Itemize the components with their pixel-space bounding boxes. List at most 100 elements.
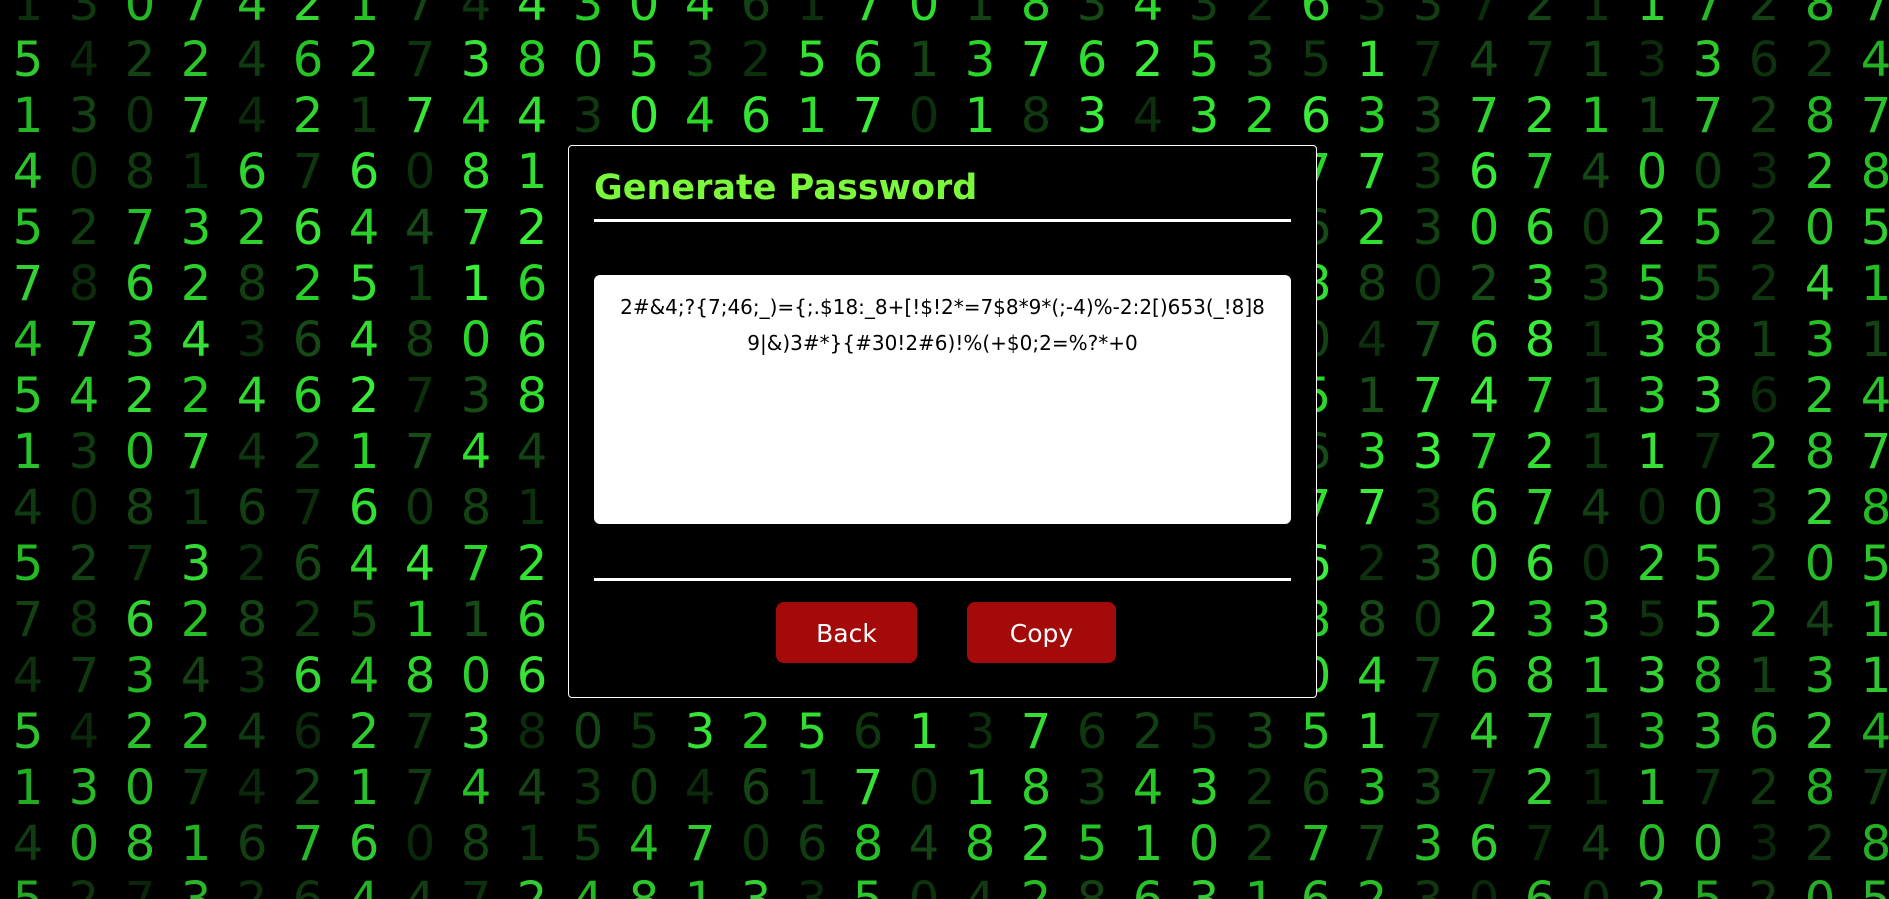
matrix-row: 1307421744304617018343263372117287 [0, 0, 1889, 32]
matrix-digit: 7 [1860, 760, 1889, 816]
matrix-digit: 6 [236, 144, 268, 200]
matrix-digit: 3 [124, 312, 156, 368]
copy-button[interactable]: Copy [967, 602, 1116, 663]
matrix-digit: 1 [460, 256, 492, 312]
matrix-digit: 2 [1804, 816, 1836, 872]
matrix-digit: 3 [1748, 144, 1780, 200]
matrix-digit: 6 [796, 816, 828, 872]
matrix-digit: 3 [1188, 88, 1220, 144]
matrix-digit: 0 [1580, 536, 1612, 592]
matrix-digit: 3 [180, 200, 212, 256]
matrix-digit: 1 [1636, 760, 1668, 816]
matrix-digit: 2 [504, 872, 560, 899]
matrix-digit: 8 [1804, 760, 1836, 816]
matrix-digit: 8 [1860, 816, 1889, 872]
matrix-digit: 7 [1356, 816, 1388, 872]
matrix-digit: 8 [1524, 312, 1556, 368]
matrix-digit: 3 [684, 704, 716, 760]
matrix-digit: 3 [1412, 200, 1444, 256]
matrix-digit: 1 [1580, 648, 1612, 704]
matrix-digit: 7 [292, 816, 324, 872]
matrix-digit: 0 [68, 480, 100, 536]
matrix-digit: 5 [1692, 536, 1724, 592]
matrix-digit: 8 [1804, 0, 1836, 32]
matrix-digit: 2 [1624, 872, 1680, 899]
matrix-row: 1307421744304617018343263372117287 [0, 88, 1889, 144]
matrix-digit: 5 [1188, 32, 1220, 88]
matrix-digit: 5 [1076, 816, 1108, 872]
matrix-digit: 2 [1344, 872, 1400, 899]
matrix-digit: 6 [1300, 760, 1332, 816]
matrix-digit: 2 [1468, 592, 1500, 648]
matrix-digit: 0 [572, 32, 604, 88]
matrix-digit: 8 [460, 144, 492, 200]
matrix-digit: 4 [1356, 312, 1388, 368]
matrix-digit: 2 [1736, 872, 1792, 899]
matrix-digit: 3 [1804, 312, 1836, 368]
matrix-digit: 1 [348, 424, 380, 480]
matrix-digit: 4 [460, 424, 492, 480]
matrix-digit: 1 [796, 88, 828, 144]
matrix-digit: 4 [236, 424, 268, 480]
matrix-digit: 1 [348, 0, 380, 32]
matrix-digit: 8 [124, 480, 156, 536]
matrix-digit: 3 [1804, 648, 1836, 704]
matrix-digit: 7 [684, 816, 716, 872]
matrix-digit: 4 [180, 312, 212, 368]
matrix-digit: 7 [180, 0, 212, 32]
matrix-digit: 1 [1356, 32, 1388, 88]
matrix-digit: 6 [516, 312, 548, 368]
matrix-digit: 8 [1020, 0, 1052, 32]
matrix-digit: 1 [1748, 312, 1780, 368]
matrix-digit: 6 [740, 760, 772, 816]
matrix-digit: 1 [908, 32, 940, 88]
matrix-digit: 8 [68, 256, 100, 312]
matrix-digit: 7 [1524, 480, 1556, 536]
matrix-digit: 3 [1748, 480, 1780, 536]
matrix-digit: 6 [516, 592, 548, 648]
matrix-digit: 6 [740, 88, 772, 144]
matrix-digit: 2 [1748, 424, 1780, 480]
matrix-digit: 4 [404, 536, 436, 592]
matrix-digit: 4 [236, 368, 268, 424]
matrix-digit: 0 [1412, 592, 1444, 648]
matrix-digit: 2 [56, 872, 112, 899]
matrix-digit: 0 [740, 816, 772, 872]
matrix-digit: 1 [1580, 32, 1612, 88]
matrix-digit: 0 [908, 760, 940, 816]
matrix-digit: 5 [572, 816, 604, 872]
matrix-digit: 4 [12, 312, 44, 368]
generated-password-field[interactable]: 2#&4;?{7;46;_)={;.$18:_8+[!$!2*=7$8*9*(;… [594, 275, 1291, 524]
matrix-digit: 7 [1468, 88, 1500, 144]
matrix-digit: 1 [12, 760, 44, 816]
matrix-digit: 7 [1524, 816, 1556, 872]
matrix-digit: 5 [628, 32, 660, 88]
matrix-digit: 0 [124, 760, 156, 816]
matrix-digit: 5 [1692, 592, 1724, 648]
matrix-digit: 2 [1244, 88, 1276, 144]
matrix-digit: 5 [348, 592, 380, 648]
matrix-digit: 6 [348, 480, 380, 536]
matrix-digit: 7 [1412, 368, 1444, 424]
matrix-digit: 3 [1692, 368, 1724, 424]
matrix-digit: 7 [404, 704, 436, 760]
matrix-digit: 7 [1020, 32, 1052, 88]
matrix-digit: 2 [348, 368, 380, 424]
matrix-digit: 7 [448, 872, 504, 899]
matrix-digit: 0 [1636, 144, 1668, 200]
matrix-digit: 4 [628, 816, 660, 872]
back-button[interactable]: Back [776, 602, 917, 663]
matrix-digit: 2 [1804, 368, 1836, 424]
matrix-digit: 0 [908, 0, 940, 32]
matrix-digit: 2 [1244, 760, 1276, 816]
matrix-digit: 1 [964, 760, 996, 816]
matrix-digit: 2 [292, 256, 324, 312]
matrix-digit: 2 [1748, 88, 1780, 144]
matrix-digit: 8 [1692, 312, 1724, 368]
matrix-digit: 1 [516, 144, 548, 200]
matrix-digit: 3 [1524, 592, 1556, 648]
matrix-digit: 4 [236, 760, 268, 816]
matrix-digit: 0 [1692, 480, 1724, 536]
matrix-digit: 2 [68, 200, 100, 256]
matrix-digit: 2 [1748, 536, 1780, 592]
